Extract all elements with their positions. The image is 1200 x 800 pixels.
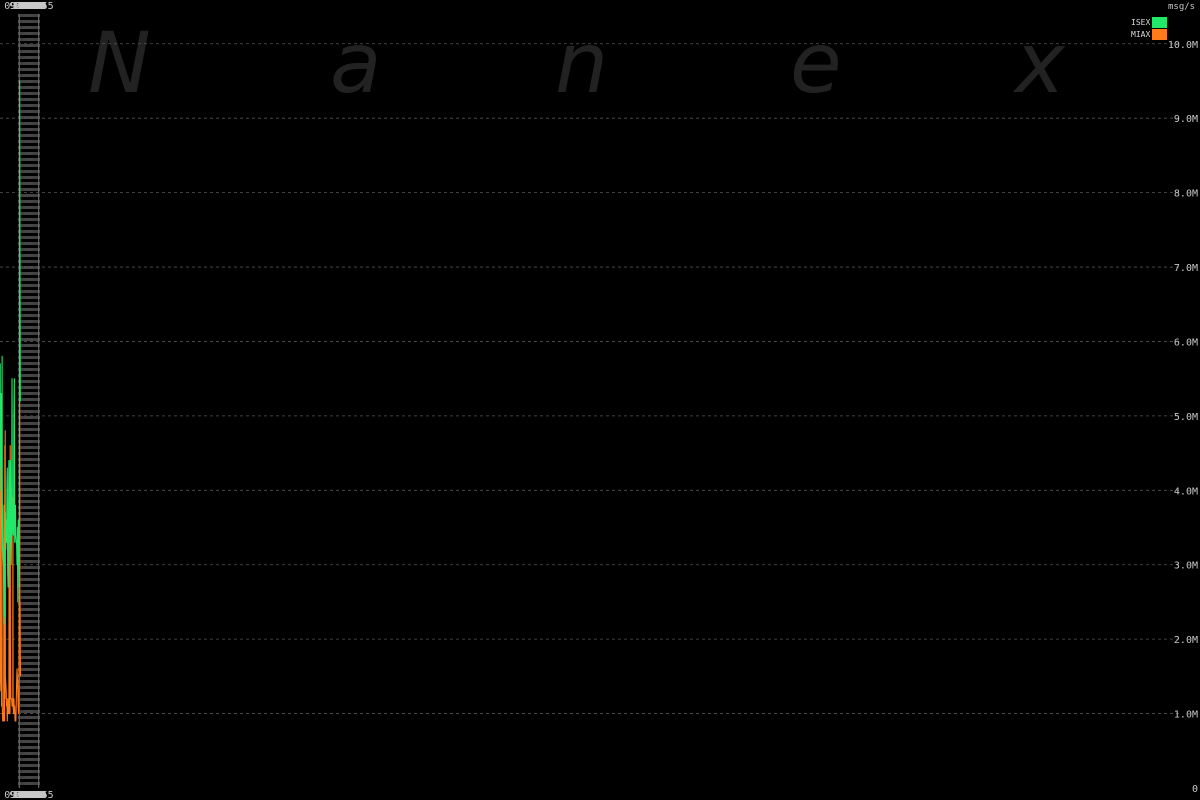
y-axis-unit-label: msg/s xyxy=(1168,2,1195,12)
watermark-letter: x xyxy=(1012,14,1066,112)
y-tick-label: 9.0M xyxy=(1174,114,1198,125)
x-tick-label: 50 xyxy=(34,790,46,800)
chart: N a n e x 95009:545010015020025030035040… xyxy=(0,0,1200,800)
y-tick-label: 6.0M xyxy=(1174,337,1198,348)
watermark-letter: N xyxy=(88,14,151,112)
y-tick-label: 10.0M xyxy=(1168,40,1198,51)
watermark-letter: e xyxy=(790,14,842,112)
legend-swatch-isex xyxy=(1152,17,1167,28)
watermark-letter: a xyxy=(330,14,381,112)
y-tick-label: 5.0M xyxy=(1174,412,1198,423)
y-tick-label: 7.0M xyxy=(1174,263,1198,274)
y-tick-label: 4.0M xyxy=(1174,486,1198,497)
y-tick-label: 0 xyxy=(1192,784,1198,795)
legend-label-miax: MIAX xyxy=(1131,30,1150,39)
y-tick-label: 3.0M xyxy=(1174,561,1198,572)
x-tick-label: 50 xyxy=(34,1,46,12)
y-tick-label: 1.0M xyxy=(1174,710,1198,721)
x-axis-top: 95009:5450100150200250300350400450500550… xyxy=(4,1,53,12)
legend-label-isex: ISEX xyxy=(1131,18,1150,27)
chart-background xyxy=(0,0,1200,800)
legend-swatch-miax xyxy=(1152,29,1167,40)
watermark-letter: n xyxy=(555,14,608,112)
x-axis-bottom: 95009:5450100150200250300350400450500550… xyxy=(4,790,53,800)
y-tick-label: 8.0M xyxy=(1174,189,1198,200)
y-tick-label: 2.0M xyxy=(1174,635,1198,646)
